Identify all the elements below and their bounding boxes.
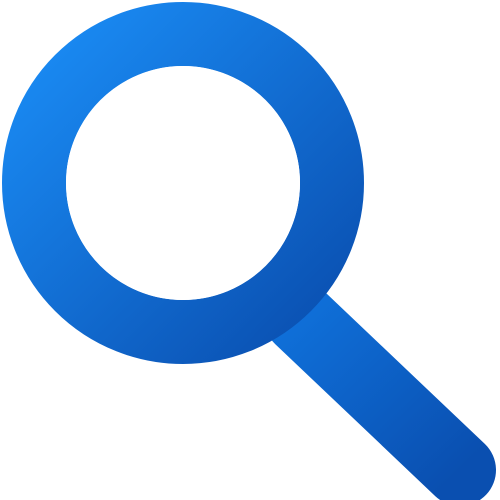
magnifier-svg — [2, 2, 496, 500]
magnifier-lens-glass — [66, 66, 300, 300]
magnifier-handle — [264, 282, 496, 500]
search-icon[interactable] — [0, 0, 500, 500]
canvas — [0, 0, 500, 500]
